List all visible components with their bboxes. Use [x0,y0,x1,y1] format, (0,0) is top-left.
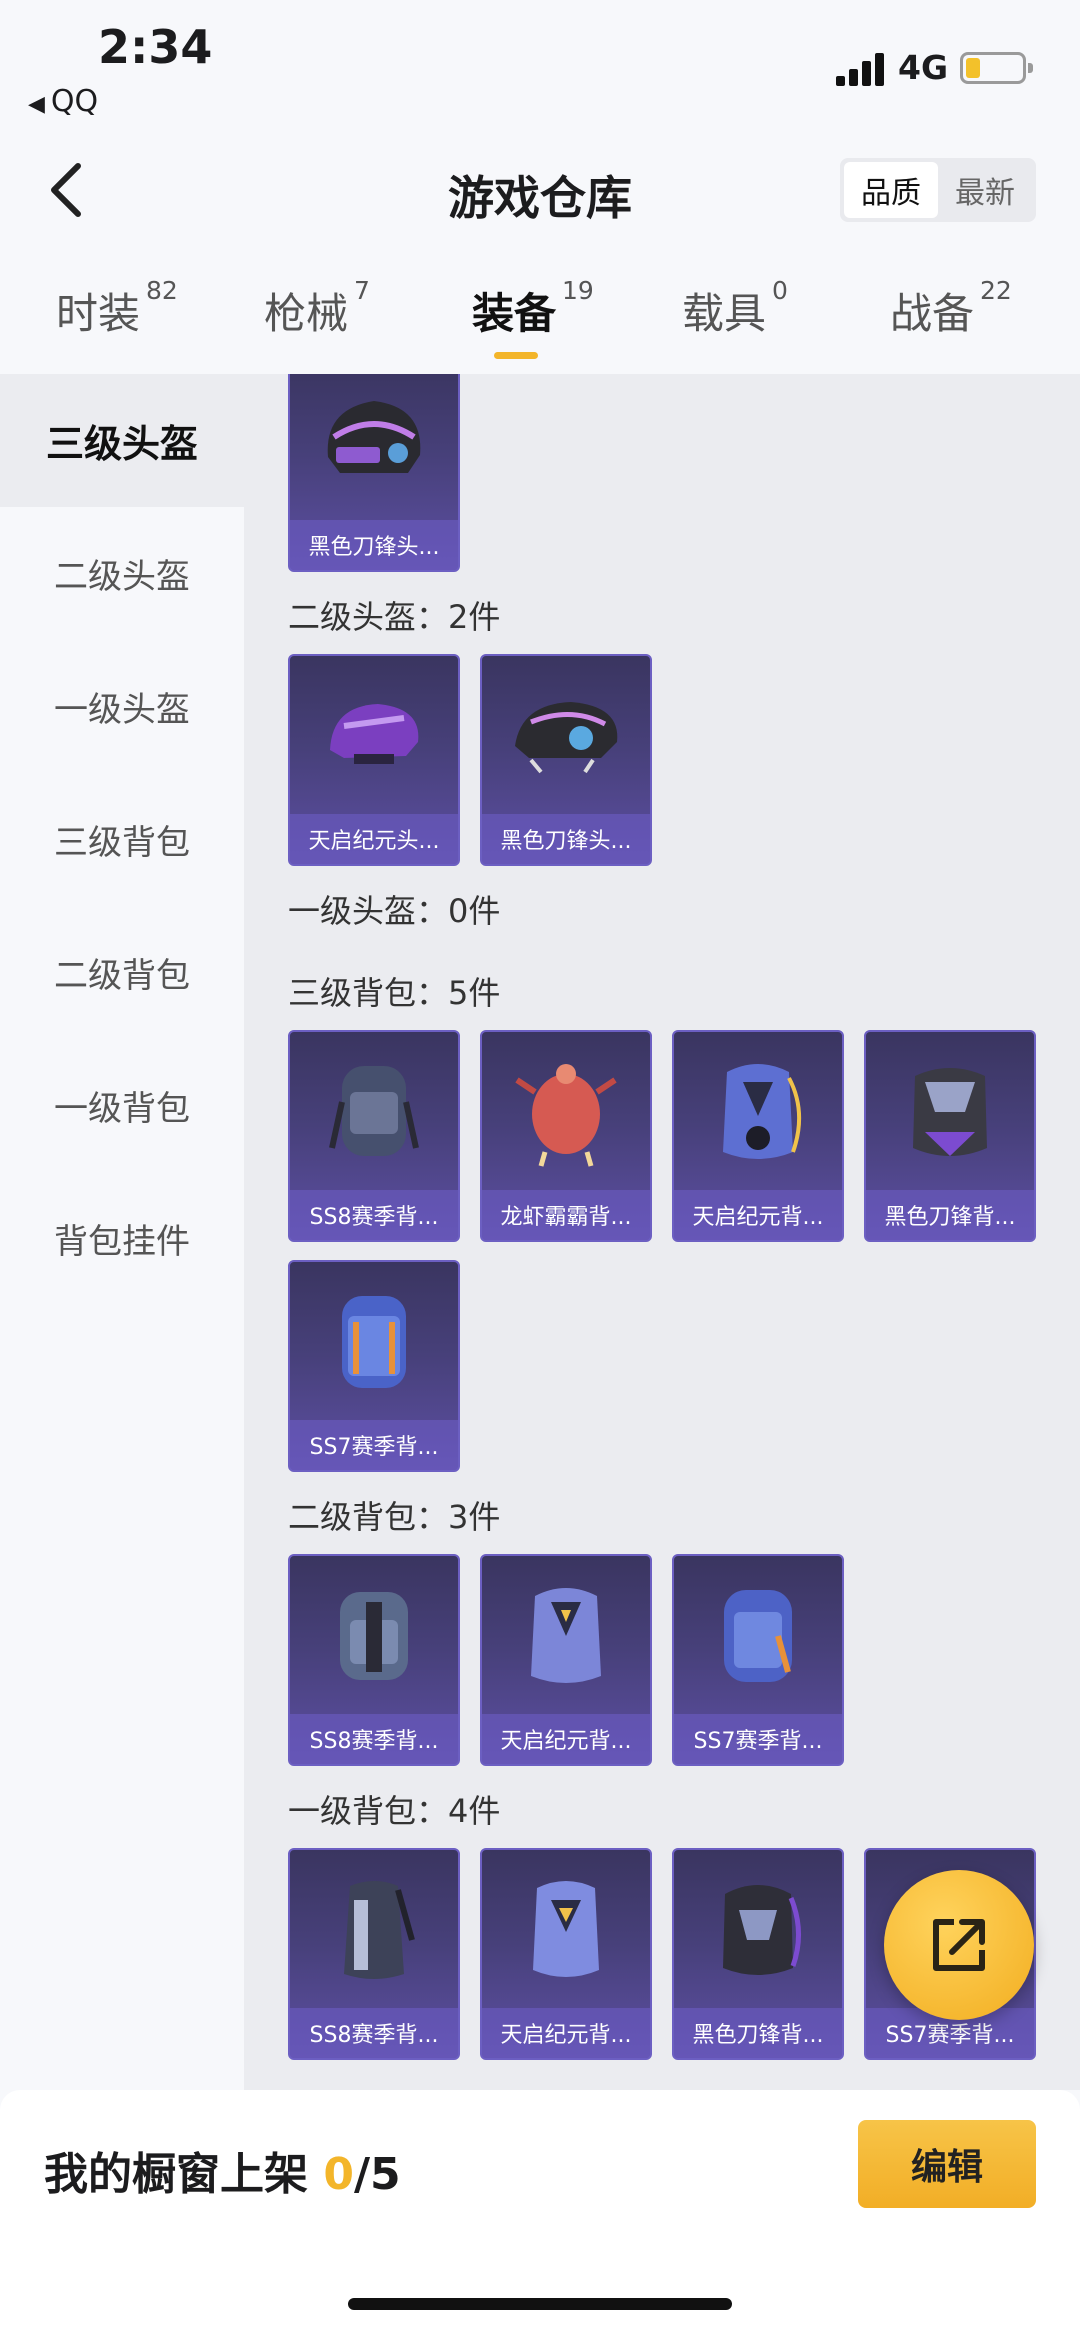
tab-count: 7 [354,276,370,305]
showcase-count: 我的橱窗上架 0/5 [44,2138,401,2202]
tab-gear[interactable]: 战备 22 [890,276,1012,341]
item-card[interactable]: 黑色刀锋背... [864,1030,1036,1242]
sidebar: 三级头盔 二级头盔 一级头盔 三级背包 二级背包 一级背包 背包挂件 [0,374,244,2094]
item-card[interactable]: SS7赛季背... [288,1260,460,1472]
item-card[interactable]: 黑色刀锋头... [480,654,652,866]
backpack-icon [482,1032,650,1192]
sidebar-item-level2-helmet[interactable]: 二级头盔 [0,507,244,640]
share-button[interactable] [884,1870,1034,2020]
backpack-icon [674,1032,842,1192]
share-icon [933,1919,985,1971]
network-label: 4G [898,48,949,87]
back-triangle-icon: ◀ [28,92,45,117]
backpack-icon [290,1850,458,2010]
sort-newest-option[interactable]: 最新 [938,162,1032,218]
item-card[interactable]: 天启纪元背... [480,1848,652,2060]
sidebar-item-level1-helmet[interactable]: 一级头盔 [0,640,244,773]
item-card[interactable]: SS8赛季背... [288,1848,460,2060]
category-tabs: 时装 82 枪械 7 装备 19 载具 0 战备 22 [0,270,1080,370]
sidebar-item-level3-helmet[interactable]: 三级头盔 [0,374,244,507]
backpack-icon [674,1850,842,2010]
item-label: 黑色刀锋头... [290,520,458,570]
helmet-icon [482,656,650,816]
sidebar-item-level2-backpack[interactable]: 二级背包 [0,906,244,1039]
item-card[interactable]: SS8赛季背... [288,1554,460,1766]
item-label: 龙虾霸霸背... [482,1190,650,1240]
backpack-icon [482,1850,650,2010]
item-label: SS7赛季背... [290,1420,458,1470]
item-card[interactable]: SS7赛季背... [672,1554,844,1766]
status-bar: 2:34 ◀ QQ 4G [0,0,1080,130]
item-label: 天启纪元背... [482,2008,650,2058]
tab-count: 0 [772,276,788,305]
tab-guns[interactable]: 枪械 7 [264,276,370,341]
sort-toggle: 品质 最新 [840,158,1036,222]
backpack-icon [866,1032,1034,1192]
backpack-icon [290,1262,458,1422]
item-label: SS8赛季背... [290,1714,458,1764]
sort-quality-option[interactable]: 品质 [844,162,938,218]
item-label: SS7赛季背... [674,1714,842,1764]
item-card[interactable]: 天启纪元背... [672,1030,844,1242]
section-title: 一级头盔：0件 [288,892,501,930]
item-card[interactable]: 天启纪元背... [480,1554,652,1766]
backpack-icon [290,1556,458,1716]
signal-icon [836,52,888,86]
item-card[interactable]: SS8赛季背... [288,1030,460,1242]
section-title: 二级头盔：2件 [288,598,501,636]
tab-label: 枪械 [264,289,349,338]
edit-button[interactable]: 编辑 [858,2120,1036,2208]
item-label: 黑色刀锋背... [674,2008,842,2058]
sidebar-item-backpack-charm[interactable]: 背包挂件 [0,1172,244,1305]
battery-icon [960,52,1033,84]
item-label: 天启纪元背... [482,1714,650,1764]
showcase-label: 我的橱窗上架 [44,2149,324,2200]
helmet-icon [290,656,458,816]
item-label: 天启纪元头... [290,814,458,864]
backpack-icon [482,1556,650,1716]
section-title: 二级背包：3件 [288,1498,501,1536]
item-card[interactable]: 龙虾霸霸背... [480,1030,652,1242]
item-label: 黑色刀锋头... [482,814,650,864]
sidebar-item-level3-backpack[interactable]: 三级背包 [0,773,244,906]
tab-equipment[interactable]: 装备 19 [472,276,594,341]
item-card[interactable]: 黑色刀锋背... [672,1848,844,2060]
item-label: SS8赛季背... [290,2008,458,2058]
clock: 2:34 [98,20,213,74]
sidebar-item-level1-backpack[interactable]: 一级背包 [0,1039,244,1172]
tab-label: 战备 [890,289,975,338]
backpack-icon [674,1556,842,1716]
item-label: SS8赛季背... [290,1190,458,1240]
back-app-label: QQ [50,84,99,119]
showcase-current: 0 [323,2149,354,2200]
nav-bar: 游戏仓库 品质 最新 [0,140,1080,240]
item-card[interactable]: 天启纪元头... [288,654,460,866]
tab-label: 装备 [472,289,557,338]
tab-count: 19 [562,276,594,305]
showcase-total: /5 [353,2149,401,2200]
section-title: 三级背包：5件 [288,974,501,1012]
tab-count: 82 [146,276,178,305]
tab-label: 载具 [682,289,767,338]
home-indicator [348,2298,732,2310]
active-tab-indicator [494,352,538,359]
back-to-app-link[interactable]: ◀ QQ [28,84,98,119]
tab-vehicles[interactable]: 载具 0 [682,276,788,341]
item-list: 黑色刀锋头... 二级头盔：2件 天启纪元头... 黑色刀锋头... 一级头盔：… [244,374,1080,2090]
tab-label: 时装 [56,289,141,338]
showcase-bar: 我的橱窗上架 0/5 编辑 [0,2090,1080,2337]
tab-count: 22 [980,276,1012,305]
tab-fashion[interactable]: 时装 82 [56,276,178,341]
backpack-icon [290,1032,458,1192]
item-label: 天启纪元背... [674,1190,842,1240]
helmet-icon [290,374,458,522]
item-card[interactable]: 黑色刀锋头... [288,374,460,572]
item-label: 黑色刀锋背... [866,1190,1034,1240]
section-title: 一级背包：4件 [288,1792,501,1830]
